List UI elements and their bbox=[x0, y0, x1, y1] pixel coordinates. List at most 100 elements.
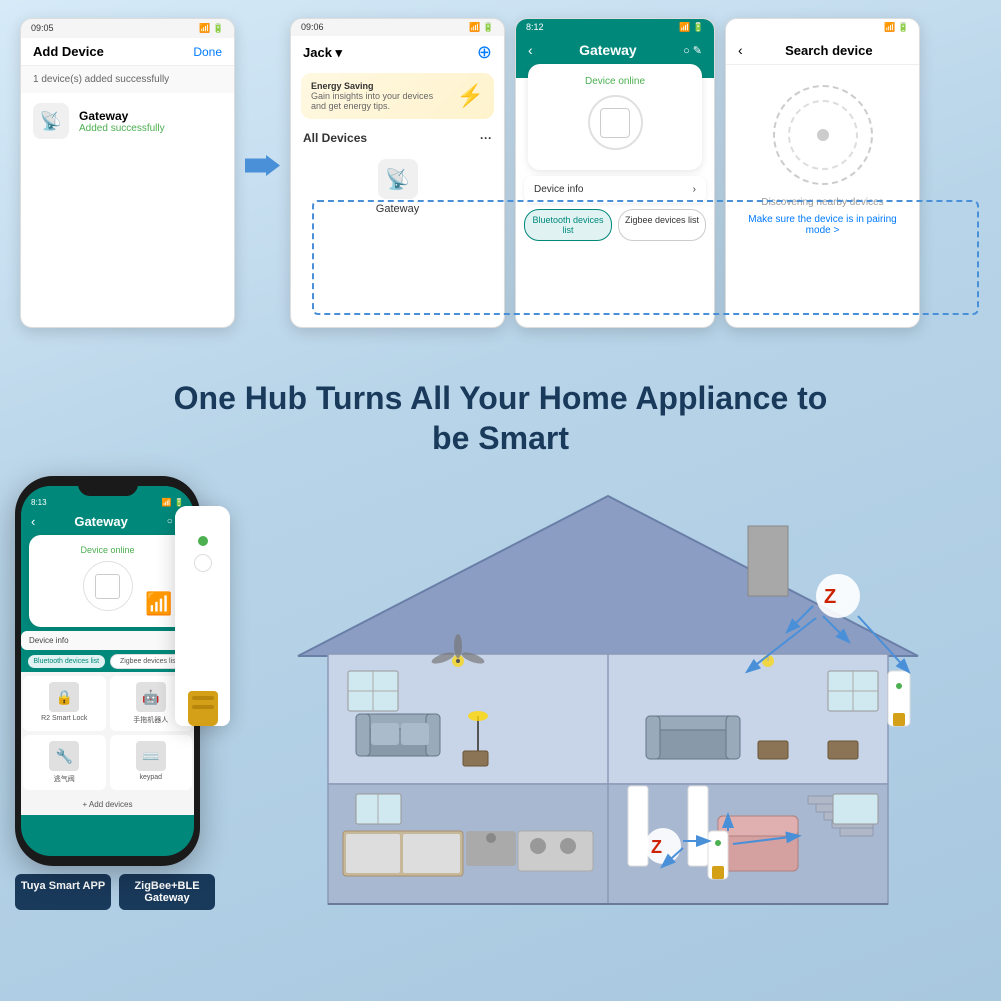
gateway-label: Gateway bbox=[376, 203, 419, 215]
bluetooth-tab[interactable]: Bluetooth devices list bbox=[524, 209, 612, 241]
valve-name: 逃气阀 bbox=[29, 774, 100, 784]
robot-icon: 🤖 bbox=[136, 682, 166, 712]
right-arrow-icon bbox=[245, 148, 280, 183]
arrow-indicator bbox=[245, 18, 280, 183]
status-bar-4: 📶 🔋 bbox=[726, 19, 919, 36]
device-info-row[interactable]: Device info › bbox=[524, 176, 706, 203]
svg-text:Z: Z bbox=[651, 837, 662, 857]
svg-text:Z: Z bbox=[824, 586, 836, 608]
bottom-labels: Tuya Smart APP ZigBee+BLE Gateway bbox=[15, 874, 215, 910]
device-info: Gateway Added successfully bbox=[79, 109, 165, 134]
energy-text: Energy Saving Gain insights into your de… bbox=[311, 81, 449, 111]
header-icons: ○ ✎ bbox=[683, 44, 702, 57]
top-screenshots-section: 09:05 📶 🔋 Add Device Done 1 device(s) ad… bbox=[0, 0, 1001, 360]
phone-info-row[interactable]: Device info › bbox=[21, 631, 194, 650]
phone-bt-tab[interactable]: Bluetooth devices list bbox=[27, 654, 106, 669]
house-svg: Z Z Z ✈ bbox=[230, 476, 986, 906]
time-1: 09:05 bbox=[31, 23, 54, 34]
lightning-icon: ⚡ bbox=[457, 83, 484, 109]
gateway-icon: 📡 bbox=[378, 159, 418, 199]
more-icon: ··· bbox=[480, 131, 492, 145]
online-status-3: Device online bbox=[540, 76, 690, 87]
p-time: 8:13 bbox=[31, 498, 47, 507]
phone-notch bbox=[78, 476, 138, 496]
gateway-item: 📡 Gateway bbox=[291, 149, 504, 225]
phone-info-label: Device info bbox=[29, 636, 69, 645]
device-square-3 bbox=[600, 108, 630, 138]
back-icon-4[interactable]: ‹ bbox=[738, 42, 743, 58]
status-bar-2: 09:06 📶 🔋 bbox=[291, 19, 504, 36]
house-illustration: Z Z Z ✈ bbox=[230, 476, 986, 906]
icons-3: 📶 🔋 bbox=[679, 22, 704, 33]
phone-title: Gateway bbox=[74, 514, 127, 529]
energy-desc: Gain insights into your devices and get … bbox=[311, 91, 449, 111]
gateway-title: Gateway bbox=[579, 42, 637, 58]
gateway-label: ZigBee+BLE Gateway bbox=[119, 874, 215, 910]
phone-inner: 8:13 📶 🔋 ‹ Gateway ○ ✎ Device online Dev… bbox=[21, 486, 194, 856]
keypad-name: keypad bbox=[116, 774, 187, 781]
phone-devices-grid: 🔒 R2 Smart Lock 🤖 手拖机器人 🔧 逃气阀 ⌨️ keypad bbox=[21, 672, 194, 794]
device-card-3: Device online bbox=[528, 64, 702, 170]
all-devices-label: All Devices bbox=[303, 131, 367, 145]
nav-title-1: Add Device bbox=[33, 44, 104, 59]
screenshot-add-device: 09:05 📶 🔋 Add Device Done 1 device(s) ad… bbox=[20, 18, 235, 328]
icons-4: 📶 🔋 bbox=[884, 22, 909, 33]
add-icon[interactable]: ⊕ bbox=[477, 42, 492, 63]
user-name: Jack ▾ bbox=[303, 45, 342, 61]
search-inner bbox=[788, 100, 858, 170]
device-item-gateway: 📡 Gateway Added successfully bbox=[21, 93, 234, 149]
usb-button[interactable] bbox=[194, 554, 212, 572]
usb-plug bbox=[188, 691, 218, 726]
nav-bar-1: Add Device Done bbox=[21, 38, 234, 66]
energy-title: Energy Saving bbox=[311, 81, 449, 91]
back-icon[interactable]: ‹ bbox=[528, 42, 533, 58]
done-btn[interactable]: Done bbox=[193, 45, 222, 59]
p-back[interactable]: ‹ bbox=[31, 514, 35, 529]
phone-mockup-section: 8:13 📶 🔋 ‹ Gateway ○ ✎ Device online Dev… bbox=[15, 476, 215, 938]
chevron-right-icon: › bbox=[693, 184, 696, 195]
screenshot-gateway-detail: 8:12 📶 🔋 ‹ Gateway ○ ✎ Device online Dev… bbox=[515, 18, 715, 328]
status-bar-1: 09:05 📶 🔋 bbox=[21, 19, 234, 38]
search-dot bbox=[817, 129, 829, 141]
icons-2: 📶 🔋 bbox=[469, 22, 494, 33]
phone-outer: 8:13 📶 🔋 ‹ Gateway ○ ✎ Device online Dev… bbox=[15, 476, 200, 866]
valve-icon: 🔧 bbox=[49, 741, 79, 771]
usb-led bbox=[198, 536, 208, 546]
search-content: Discovering nearby devices Make sure the… bbox=[726, 65, 919, 256]
zigbee-tab[interactable]: Zigbee devices list bbox=[618, 209, 706, 241]
time-2: 09:06 bbox=[301, 22, 324, 33]
device-info-label: Device info bbox=[534, 184, 583, 195]
device-keypad: ⌨️ keypad bbox=[110, 735, 193, 790]
success-message: 1 device(s) added successfully bbox=[21, 66, 234, 93]
status-bar-3: 8:12 📶 🔋 bbox=[516, 19, 714, 36]
user-bar: Jack ▾ ⊕ bbox=[291, 36, 504, 69]
phone-online: Device online bbox=[37, 545, 178, 555]
phone-tabs: Bluetooth devices list Zigbee devices li… bbox=[27, 654, 188, 669]
pairing-hint[interactable]: Make sure the device is in pairing mode … bbox=[742, 214, 903, 236]
device-icon: 📡 bbox=[33, 103, 69, 139]
icons-1: 📶 🔋 bbox=[199, 23, 224, 34]
discovering-text: Discovering nearby devices bbox=[742, 197, 903, 208]
device-status: Added successfully bbox=[79, 123, 165, 134]
search-circle bbox=[773, 85, 873, 185]
lock-name: R2 Smart Lock bbox=[29, 715, 100, 722]
nav-bar-4: ‹ Search device bbox=[726, 36, 919, 65]
screenshot-search-device: 📶 🔋 ‹ Search device Discovering nearby d… bbox=[725, 18, 920, 328]
device-name: Gateway bbox=[79, 109, 165, 123]
screenshot-all-devices: 09:06 📶 🔋 Jack ▾ ⊕ Energy Saving Gain in… bbox=[290, 18, 505, 328]
lock-icon: 🔒 bbox=[49, 682, 79, 712]
usb-gateway-device: 📶 bbox=[175, 506, 230, 726]
bottom-section: 8:13 📶 🔋 ‹ Gateway ○ ✎ Device online Dev… bbox=[0, 468, 1001, 948]
tuya-label: Tuya Smart APP bbox=[15, 874, 111, 910]
phone-device-square bbox=[95, 574, 120, 599]
device-tabs: Bluetooth devices list Zigbee devices li… bbox=[524, 209, 706, 241]
keypad-icon: ⌨️ bbox=[136, 741, 166, 771]
device-valve: 🔧 逃气阀 bbox=[23, 735, 106, 790]
energy-banner: Energy Saving Gain insights into your de… bbox=[301, 73, 494, 119]
device-circle-3 bbox=[588, 95, 643, 150]
wifi-signal-icon: 📶 bbox=[145, 591, 172, 617]
usb-body bbox=[175, 506, 230, 691]
add-devices-btn[interactable]: + Add devices bbox=[21, 794, 194, 815]
headline-text: One Hub Turns All Your Home Appliance to… bbox=[30, 378, 971, 458]
time-3: 8:12 bbox=[526, 22, 544, 33]
